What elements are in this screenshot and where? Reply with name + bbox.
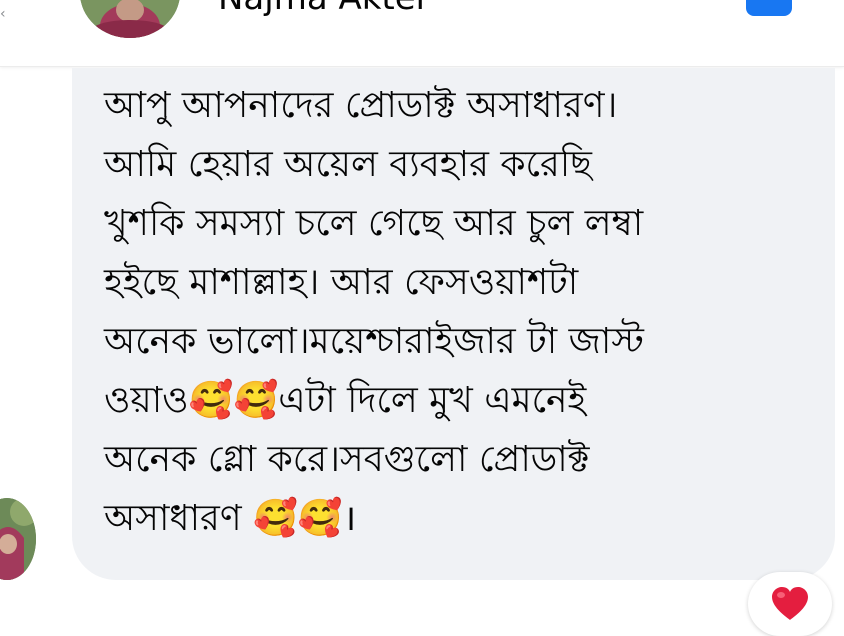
contact-name[interactable]: Najma Akter (218, 0, 430, 18)
conversation-header: ‹ Najma Akter (0, 0, 844, 67)
contact-avatar[interactable] (80, 0, 180, 38)
reaction-badge[interactable] (748, 572, 832, 636)
heart-icon (772, 587, 808, 620)
message-text: আপু আপনাদের প্রোডাক্ট অসাধারণ। আমি হেয়া… (104, 85, 644, 539)
call-button[interactable] (746, 0, 792, 16)
avatar-photo-icon (0, 498, 36, 580)
avatar-photo-icon (80, 0, 180, 38)
message-bubble[interactable]: আপু আপনাদের প্রোডাক্ট অসাধারণ। আমি হেয়া… (72, 68, 835, 580)
sender-avatar[interactable] (0, 498, 36, 580)
back-arrow-icon[interactable]: ‹ (0, 6, 8, 22)
